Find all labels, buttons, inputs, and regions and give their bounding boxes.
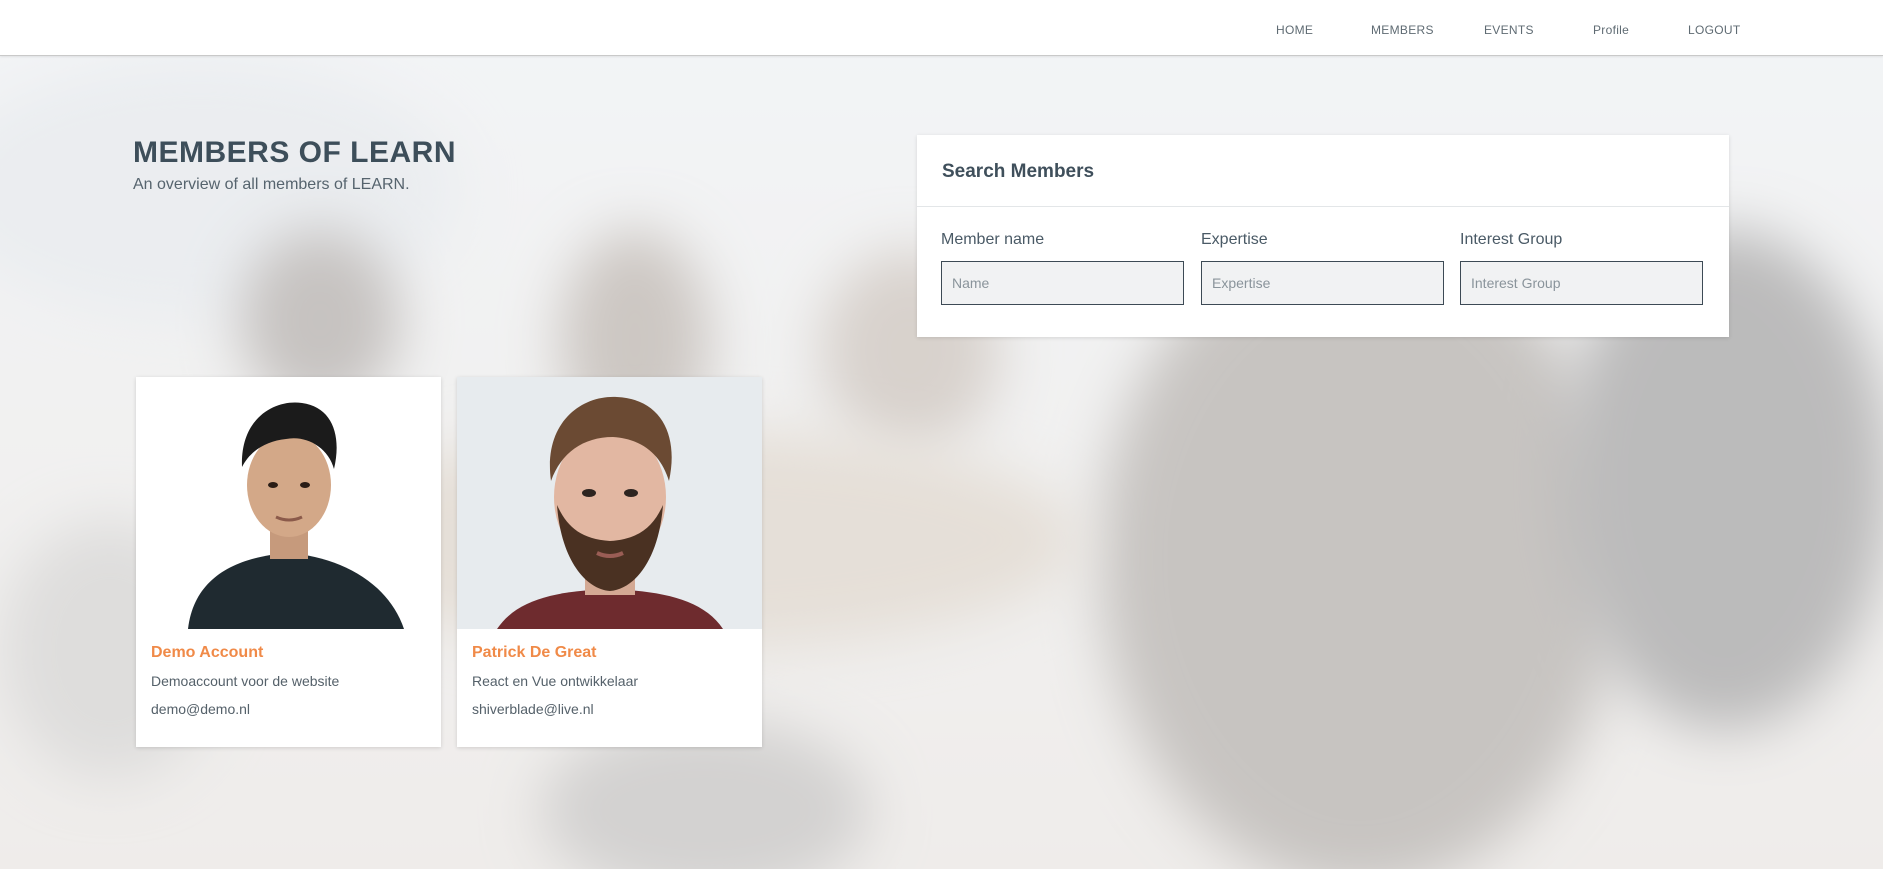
nav-home-link[interactable]: HOME <box>1276 23 1313 37</box>
member-name: Patrick De Great <box>472 644 597 661</box>
nav-profile-link[interactable]: Profile <box>1593 23 1629 37</box>
panel-divider <box>917 206 1729 207</box>
interest-group-input[interactable] <box>1460 261 1703 305</box>
nav-events-link[interactable]: EVENTS <box>1484 23 1534 37</box>
member-description: React en Vue ontwikkelaar <box>472 673 639 689</box>
search-members-panel: Search Members Member name Expertise Int… <box>917 135 1729 337</box>
page-subtitle: An overview of all members of LEARN. <box>133 176 410 193</box>
search-panel-title: Search Members <box>942 161 1095 182</box>
member-email: demo@demo.nl <box>151 701 251 717</box>
member-card[interactable]: Patrick De Great React en Vue ontwikkela… <box>457 377 762 747</box>
top-navbar: HOME MEMBERS EVENTS Profile LOGOUT <box>0 0 1883 56</box>
nav-logout-link[interactable]: LOGOUT <box>1688 23 1740 37</box>
person-portrait-icon <box>136 377 441 629</box>
interest-group-label: Interest Group <box>1460 231 1563 248</box>
nav-members-link[interactable]: MEMBERS <box>1371 23 1434 37</box>
member-email: shiverblade@live.nl <box>472 701 594 717</box>
member-name: Demo Account <box>151 644 264 661</box>
member-name-label: Member name <box>941 231 1045 248</box>
page-title: MEMBERS OF LEARN <box>133 136 456 169</box>
member-name-input[interactable] <box>941 261 1184 305</box>
person-portrait-icon <box>457 377 762 629</box>
member-card[interactable]: Demo Account Demoaccount voor de website… <box>136 377 441 747</box>
expertise-label: Expertise <box>1201 231 1268 248</box>
expertise-input[interactable] <box>1201 261 1444 305</box>
member-description: Demoaccount voor de website <box>151 673 340 689</box>
